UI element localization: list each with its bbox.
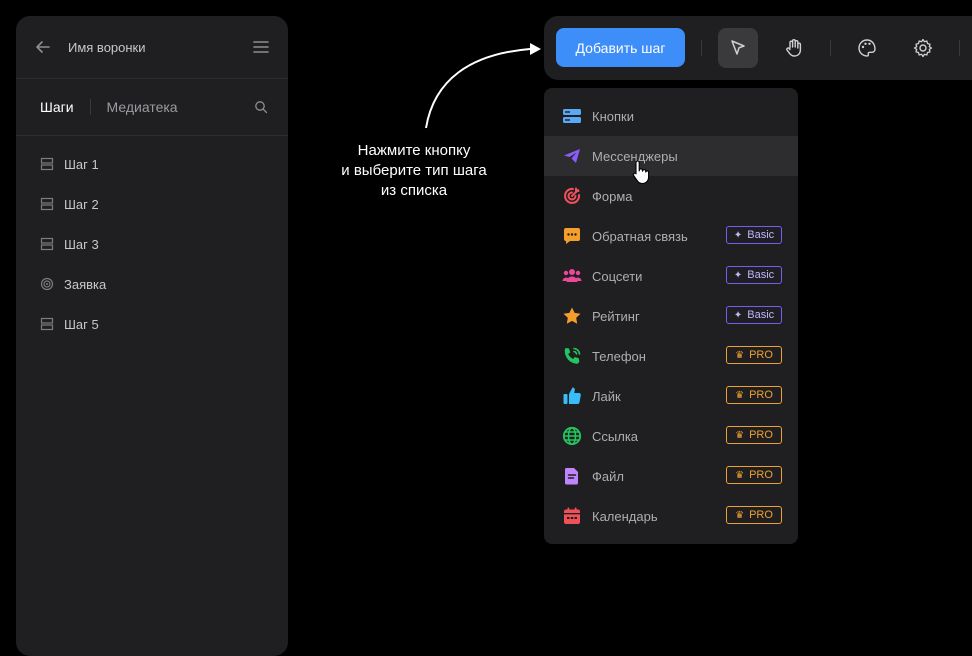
menu-item-calendar[interactable]: Календарь ♛ PRO [544, 496, 798, 536]
menu-item-phone[interactable]: Телефон ♛ PRO [544, 336, 798, 376]
toolbar-divider [701, 40, 702, 56]
globe-icon [562, 426, 582, 446]
file-icon [562, 466, 582, 486]
toolbar-divider [959, 40, 960, 56]
pro-badge: ♛ PRO [726, 386, 782, 404]
calendar-icon [562, 506, 582, 526]
form-target-icon [562, 186, 582, 206]
step-item[interactable]: Шаг 1 [16, 144, 288, 184]
phone-icon [562, 346, 582, 366]
hint-line: Нажмите кнопку [357, 142, 471, 159]
funnel-name[interactable]: Имя воронки [68, 40, 252, 55]
sparkle-icon: ✦ [733, 309, 743, 321]
crown-icon: ♛ [735, 389, 745, 401]
toolbar: Добавить шаг [544, 16, 972, 80]
step-type-menu: Кнопки Мессенджеры Форма Обратная связь … [544, 88, 798, 544]
rows-icon [40, 317, 54, 331]
tab-divider [89, 99, 91, 115]
people-icon [562, 266, 582, 286]
basic-badge: ✦ Basic [726, 306, 782, 324]
hand-pointer-icon [632, 160, 650, 185]
sidebar: Имя воронки Шаги Медиатека Шаг 1 Шаг 2 Ш… [16, 16, 288, 656]
add-step-button[interactable]: Добавить шаг [556, 28, 685, 67]
pro-badge: ♛ PRO [726, 426, 782, 444]
menu-item-file[interactable]: Файл ♛ PRO [544, 456, 798, 496]
sidebar-header: Имя воронки [16, 16, 288, 79]
sparkle-icon: ✦ [733, 229, 743, 241]
badge-label: PRO [749, 349, 773, 361]
gear-icon[interactable] [903, 28, 943, 68]
hint-line: и выберите тип шага [341, 162, 487, 179]
rows-icon [40, 197, 54, 211]
crown-icon: ♛ [735, 349, 745, 361]
step-item[interactable]: Заявка [16, 264, 288, 304]
hand-icon[interactable] [774, 28, 814, 68]
crown-icon: ♛ [735, 429, 745, 441]
crown-icon: ♛ [735, 509, 745, 521]
step-item[interactable]: Шаг 2 [16, 184, 288, 224]
badge-label: PRO [749, 389, 773, 401]
step-label: Шаг 3 [64, 236, 99, 252]
back-arrow-icon[interactable] [34, 37, 54, 57]
badge-label: PRO [749, 469, 773, 481]
hint-line: из списка [380, 182, 448, 199]
menu-item-form[interactable]: Форма [544, 176, 798, 216]
step-label: Шаг 5 [64, 316, 99, 332]
tab-steps[interactable]: Шаги [40, 99, 74, 115]
send-icon [562, 146, 582, 166]
menu-item-socials[interactable]: Соцсети ✦ Basic [544, 256, 798, 296]
target-icon [40, 277, 54, 291]
pro-badge: ♛ PRO [726, 506, 782, 524]
menu-item-buttons[interactable]: Кнопки [544, 96, 798, 136]
basic-badge: ✦ Basic [726, 226, 782, 244]
menu-item-feedback[interactable]: Обратная связь ✦ Basic [544, 216, 798, 256]
badge-label: Basic [747, 229, 775, 241]
toolbar-divider [830, 40, 831, 56]
steps-list: Шаг 1 Шаг 2 Шаг 3 Заявка Шаг 5 [16, 136, 288, 344]
menu-item-messengers[interactable]: Мессенджеры [544, 136, 798, 176]
chat-icon [562, 226, 582, 246]
menu-item-label: Кнопки [592, 108, 634, 124]
menu-item-label: Форма [592, 188, 633, 204]
menu-item-link[interactable]: Ссылка ♛ PRO [544, 416, 798, 456]
menu-item-rating[interactable]: Рейтинг ✦ Basic [544, 296, 798, 336]
badge-label: PRO [749, 509, 773, 521]
menu-item-label: Мессенджеры [592, 148, 678, 164]
step-item[interactable]: Шаг 5 [16, 304, 288, 344]
rows-icon [40, 237, 54, 251]
palette-icon[interactable] [847, 28, 887, 68]
star-icon [562, 306, 582, 326]
curved-arrow-icon [425, 43, 541, 129]
badge-label: PRO [749, 429, 773, 441]
buttons-icon [562, 106, 582, 126]
sparkle-icon: ✦ [733, 269, 743, 281]
badge-label: Basic [747, 309, 775, 321]
hint-text: Нажмите кнопку и выберите тип шага из сп… [318, 141, 510, 201]
crown-icon: ♛ [735, 469, 745, 481]
step-label: Шаг 1 [64, 156, 99, 172]
sidebar-tabs: Шаги Медиатека [16, 79, 288, 136]
cursor-icon[interactable] [718, 28, 758, 68]
step-label: Заявка [64, 276, 107, 292]
menu-icon[interactable] [252, 38, 270, 56]
pro-badge: ♛ PRO [726, 346, 782, 364]
menu-item-like[interactable]: Лайк ♛ PRO [544, 376, 798, 416]
rows-icon [40, 157, 54, 171]
step-label: Шаг 2 [64, 196, 99, 212]
basic-badge: ✦ Basic [726, 266, 782, 284]
pro-badge: ♛ PRO [726, 466, 782, 484]
badge-label: Basic [747, 269, 775, 281]
like-icon [562, 386, 582, 406]
search-icon[interactable] [254, 100, 268, 114]
tab-media-library[interactable]: Медиатека [107, 99, 254, 115]
step-item[interactable]: Шаг 3 [16, 224, 288, 264]
